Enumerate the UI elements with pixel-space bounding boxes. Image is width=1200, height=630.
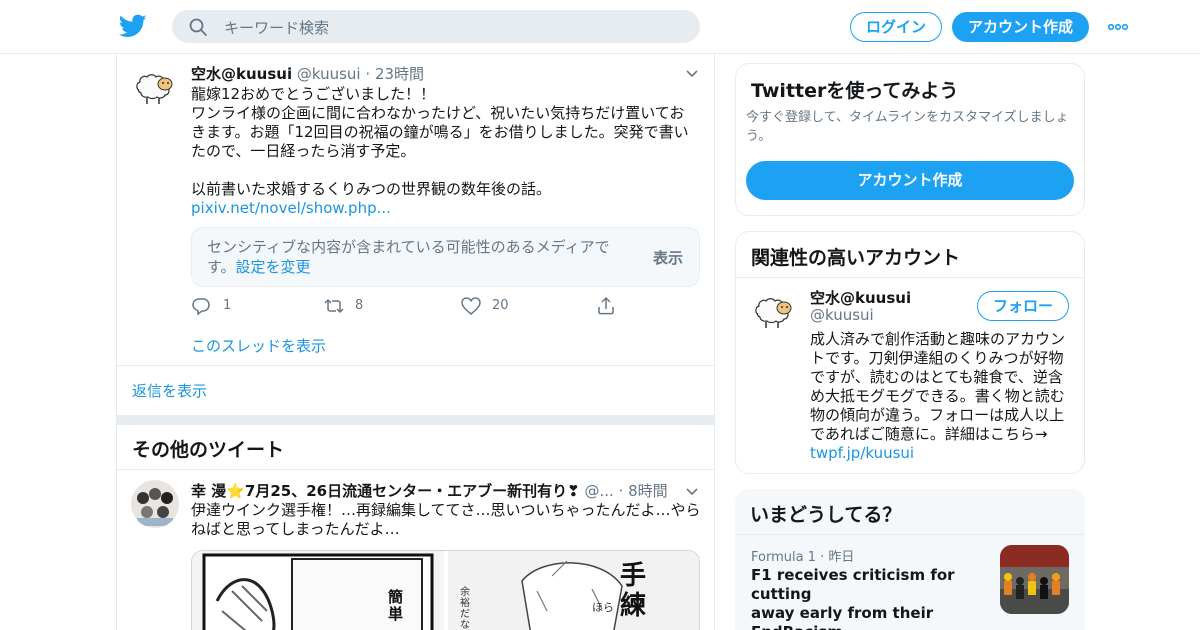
heart-icon (461, 297, 481, 315)
divider (117, 469, 714, 470)
retweet-icon (324, 298, 344, 314)
author-handle[interactable]: @... (584, 482, 613, 500)
divider (735, 534, 1085, 535)
section-separator (117, 415, 714, 425)
create-account-button[interactable]: アカウント作成 (746, 161, 1074, 200)
manga-caption: 余裕だな (460, 587, 470, 630)
show-media-button[interactable]: 表示 (653, 247, 683, 268)
share-icon (598, 296, 614, 315)
signup-card-title: Twitterを使ってみよう (751, 80, 959, 102)
login-button[interactable]: ログイン (850, 12, 942, 42)
top-bar: キーワード検索 ログイン アカウント作成 (0, 0, 1200, 54)
signup-card: Twitterを使ってみよう 今すぐ登録して、タイムラインをカスタマイズしましょ… (735, 63, 1085, 216)
tweet-link[interactable]: pixiv.net/novel/show.php... (191, 199, 701, 218)
twitter-bird-icon[interactable] (118, 12, 148, 40)
manga-caption: ほら (592, 601, 614, 614)
chevron-down-icon[interactable] (684, 65, 700, 81)
related-accounts-card: 関連性の高いアカウント 空水@kuusui @kuusui フォロー 成人済みで… (735, 231, 1085, 474)
tweet-media[interactable]: 簡単 手練 余裕だな ほら (191, 550, 700, 630)
divider (736, 277, 1084, 278)
trend-source: Formula 1 (751, 550, 816, 565)
search-bar[interactable]: キーワード検索 (172, 10, 700, 43)
search-placeholder: キーワード検索 (224, 19, 330, 37)
follow-button[interactable]: フォロー (977, 291, 1069, 321)
retweet-count: 8 (355, 298, 364, 313)
main-column: 空水@kuusui @kuusui · 23時間 龍嫁12おめでとうございました… (116, 54, 715, 630)
divider (117, 365, 714, 366)
illustration-avatar-icon (131, 480, 179, 528)
change-settings-link[interactable]: 設定を変更 (236, 258, 311, 276)
signup-card-subtitle: 今すぐ登録して、タイムラインをカスタマイズしましょ う。 (746, 110, 1069, 144)
tweet-text: 伊達ウインク選手権！…再録編集しててさ…思いついちゃったんだよ…やら ねばと思っ… (191, 501, 701, 538)
like-count: 20 (492, 298, 509, 313)
trend-time: 昨日 (828, 550, 855, 565)
more-icon[interactable] (1106, 15, 1130, 39)
tweet-time[interactable]: 8時間 (628, 482, 668, 500)
sensitive-media-notice: センシティブな内容が含まれている可能性のあるメディアで す。設定を変更 表示 (191, 227, 700, 287)
account-name[interactable]: 空水@kuusui (810, 287, 911, 308)
reply-icon (192, 298, 210, 316)
trend-headline[interactable]: F1 receives criticism for cutting away e… (751, 566, 991, 630)
sheep-avatar-icon (750, 288, 798, 336)
account-handle[interactable]: @kuusui (810, 306, 874, 324)
reply-count: 1 (223, 298, 232, 313)
trend-image (1000, 545, 1069, 614)
sensitive-message: センシティブな内容が含まれている可能性のあるメディアで す。設定を変更 (207, 238, 610, 276)
signup-button[interactable]: アカウント作成 (952, 12, 1089, 42)
tweet-text: 龍嫁12おめでとうございました！！ ワンライ様の企画に間に合わなかったけど、祝い… (191, 85, 701, 218)
whats-happening-card: いまどうしてる？ Formula 1 · 昨日 F1 receives crit… (735, 489, 1085, 630)
author-name[interactable]: 空水@kuusui (191, 65, 292, 83)
chevron-down-icon[interactable] (684, 483, 700, 499)
show-thread-link[interactable]: このスレッドを表示 (191, 335, 326, 356)
whats-happening-title: いまどうしてる？ (750, 504, 902, 526)
avatar[interactable] (131, 480, 179, 528)
manga-caption: 手練 (620, 561, 647, 621)
author-name[interactable]: 幸 漫⭐7月25、26日流通センター・エアブー新刊有り❣ (191, 482, 580, 500)
sheep-avatar-icon (131, 64, 179, 112)
bio-link[interactable]: twpf.jp/kuusui (810, 444, 1072, 463)
account-bio: 成人済みで創作活動と趣味のアカウン トです。刀剣伊達組のくりみつが好物 ですが、… (810, 330, 1072, 463)
manga-caption: 簡単 (388, 588, 404, 623)
author-handle[interactable]: @kuusui (297, 65, 361, 83)
related-accounts-title: 関連性の高いアカウント (751, 247, 961, 269)
tweet-header: 空水@kuusui @kuusui · 23時間 (191, 65, 425, 83)
search-icon (189, 18, 207, 36)
avatar[interactable] (750, 288, 798, 336)
avatar[interactable] (131, 64, 179, 112)
tweet-header: 幸 漫⭐7月25、26日流通センター・エアブー新刊有り❣ @... · 8時間 (191, 482, 668, 500)
trend-meta: Formula 1 · 昨日 (751, 550, 855, 565)
tweet-time[interactable]: 23時間 (375, 65, 424, 83)
show-replies-link[interactable]: 返信を表示 (132, 380, 207, 401)
more-tweets-heading: その他のツイート (132, 439, 285, 461)
trend-thumbnail[interactable] (1000, 545, 1069, 614)
